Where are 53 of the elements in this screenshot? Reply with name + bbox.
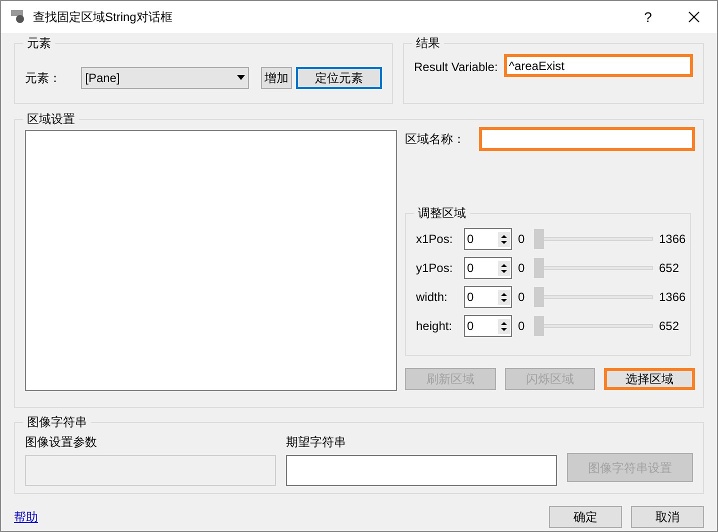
dialog-button[interactable]: 取消 bbox=[631, 506, 704, 528]
slider-track[interactable] bbox=[534, 316, 653, 336]
spinner-arrows-icon[interactable] bbox=[498, 290, 510, 304]
close-icon bbox=[688, 11, 700, 23]
help-link[interactable]: 帮助 bbox=[14, 508, 38, 526]
parameter-label: height: bbox=[416, 318, 454, 335]
group-title: 图像字符串 bbox=[23, 414, 91, 430]
slider-min: 0 bbox=[518, 231, 526, 248]
area-name-label: 区域名称： bbox=[405, 131, 466, 148]
parameter-label: y1Pos: bbox=[416, 260, 454, 277]
dialog-button[interactable]: 确定 bbox=[549, 506, 622, 528]
slider-max: 652 bbox=[659, 318, 680, 335]
slider-thumb[interactable] bbox=[534, 258, 544, 278]
group-title: 调整区域 bbox=[414, 205, 470, 221]
spin-box[interactable]: 0 bbox=[464, 228, 512, 250]
group-title: 元素 bbox=[23, 35, 55, 51]
area-button[interactable]: 选择区域 bbox=[604, 368, 695, 390]
group-title: 结果 bbox=[412, 35, 444, 51]
help-button[interactable]: ? bbox=[625, 1, 671, 33]
slider-min: 0 bbox=[518, 318, 526, 335]
spin-box[interactable]: 0 bbox=[464, 315, 512, 337]
slider-thumb[interactable] bbox=[534, 316, 544, 336]
image-params-label: 图像设置参数 bbox=[25, 434, 98, 451]
spinner-arrows-icon[interactable] bbox=[498, 260, 510, 276]
parameter-label: x1Pos: bbox=[416, 231, 454, 248]
slider-max: 652 bbox=[659, 260, 680, 277]
locate-button[interactable]: 定位元素 bbox=[296, 66, 382, 88]
slider-thumb[interactable] bbox=[534, 287, 544, 307]
slider-min: 0 bbox=[518, 289, 526, 306]
area-name-field[interactable] bbox=[479, 127, 695, 151]
dropdown-arrow-icon bbox=[237, 75, 246, 80]
slider-thumb[interactable] bbox=[534, 229, 544, 249]
slider-max: 1366 bbox=[659, 231, 686, 248]
result-variable-field[interactable]: ^areaExist bbox=[504, 54, 693, 77]
spinner-arrows-icon[interactable] bbox=[498, 232, 510, 246]
expected-string-label: 期望字符串 bbox=[286, 434, 347, 451]
spin-box[interactable]: 0 bbox=[464, 257, 512, 279]
element-label: 元素： bbox=[25, 70, 62, 86]
app-icon bbox=[11, 10, 27, 24]
slider-track[interactable] bbox=[534, 287, 653, 307]
parameter-label: width: bbox=[416, 289, 448, 306]
expected-string-field[interactable] bbox=[286, 455, 557, 486]
slider-track[interactable] bbox=[534, 229, 653, 249]
window-title: 查找固定区域String对话框 bbox=[33, 9, 172, 26]
slider-max: 1366 bbox=[659, 289, 686, 306]
spin-box[interactable]: 0 bbox=[464, 286, 512, 308]
element-dropdown[interactable]: [Pane] bbox=[81, 66, 250, 88]
slider-track[interactable] bbox=[534, 258, 653, 278]
slider-min: 0 bbox=[518, 260, 526, 277]
group-title: 区域设置 bbox=[23, 111, 79, 127]
spinner-arrows-icon[interactable] bbox=[498, 318, 510, 334]
add-button[interactable]: 增加 bbox=[261, 66, 292, 88]
result-variable-label: Result Variable: bbox=[414, 59, 498, 76]
